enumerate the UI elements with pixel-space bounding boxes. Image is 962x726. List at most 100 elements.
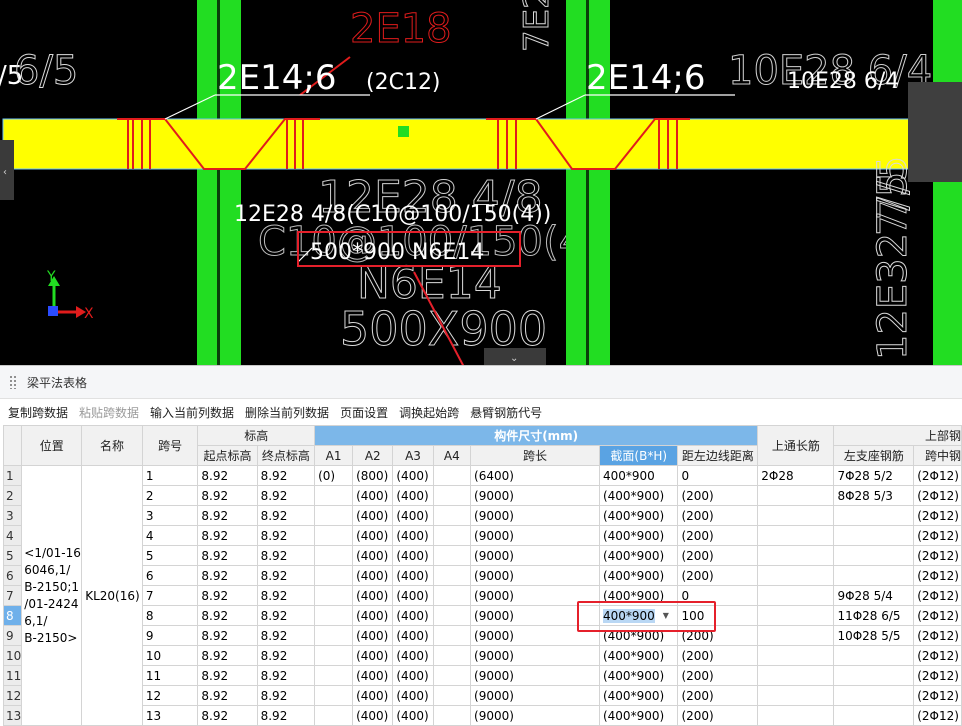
cell-s[interactable]: 8.92 [197, 665, 258, 686]
cell-mid[interactable]: (2Φ12) [913, 525, 962, 546]
cell-a3[interactable]: (400) [392, 565, 434, 586]
cell-top[interactable] [757, 605, 835, 626]
cell-e[interactable]: 8.92 [256, 705, 316, 726]
cell-off[interactable]: (200) [677, 505, 759, 526]
cell-a2[interactable]: (400) [352, 505, 394, 526]
cell-a2[interactable]: (400) [352, 565, 394, 586]
cell-span-no[interactable]: 11 [141, 665, 199, 686]
col-section[interactable]: 截面(B*H) [598, 445, 679, 466]
cell-len[interactable]: (9000) [470, 685, 600, 706]
cell-a4[interactable] [432, 585, 472, 606]
cell-s[interactable]: 8.92 [197, 625, 258, 646]
cell-a4[interactable] [432, 625, 472, 646]
col-span-no[interactable]: 跨号 [141, 425, 199, 466]
cell-a1[interactable] [314, 705, 354, 726]
row-header[interactable]: 12 [2, 685, 23, 706]
cell-span-no[interactable]: 6 [141, 565, 199, 586]
cell-e[interactable]: 8.92 [256, 485, 316, 506]
col-position[interactable]: 位置 [21, 425, 83, 466]
cell-e[interactable]: 8.92 [256, 585, 316, 606]
cell-left[interactable]: 7Φ28 5/2 [833, 465, 915, 486]
table-row[interactable]: 10 10 8.92 8.92 (400) (400) (9000) (400*900) (20… [2, 645, 962, 666]
toolbar-button[interactable]: 删除当前列数据 [245, 404, 329, 421]
cell-top[interactable] [757, 705, 835, 726]
cell-s[interactable]: 8.92 [197, 525, 258, 546]
cell-span-no[interactable]: 4 [141, 525, 199, 546]
table-row[interactable]: 13 13 8.92 8.92 (400) (400) (9000) (400*900) (20… [2, 705, 962, 726]
cell-left[interactable]: 11Φ28 6/5 [833, 605, 915, 626]
col-name[interactable]: 名称 [81, 425, 143, 466]
table-row[interactable]: 11 11 8.92 8.92 (400) (400) (9000) (400*900) (20… [2, 665, 962, 686]
cell-left[interactable]: 10Φ28 5/5 [833, 625, 915, 646]
cell-e[interactable]: 8.92 [256, 625, 316, 646]
cell-len[interactable]: (9000) [470, 485, 600, 506]
cell-len[interactable]: (9000) [470, 565, 600, 586]
cell-a3[interactable]: (400) [392, 465, 434, 486]
row-header[interactable]: 9 [2, 625, 23, 646]
table-row[interactable]: 3 3 8.92 8.92 (400) (400) (9000) (400*900) (200)… [2, 505, 962, 526]
cell-span-no[interactable]: 3 [141, 505, 199, 526]
cell-top[interactable] [757, 685, 835, 706]
cell-sec[interactable]: (400*900) [598, 525, 679, 546]
cell-a1[interactable] [314, 625, 354, 646]
right-panel-tab[interactable] [908, 82, 962, 182]
cell-off[interactable]: (200) [677, 565, 759, 586]
row-header[interactable]: 10 [2, 645, 23, 666]
cell-left[interactable] [833, 705, 915, 726]
table-row[interactable]: 7 7 8.92 8.92 (400) (400) (9000) (400*900) 0 9Φ28… [2, 585, 962, 606]
cell-mid[interactable]: (2Φ12) [913, 665, 962, 686]
cell-mid[interactable]: (2Φ12) [913, 465, 962, 486]
cell-len[interactable]: (6400) [470, 465, 600, 486]
cell-a3[interactable]: (400) [392, 645, 434, 666]
table-row[interactable]: 1 <1/01-16 6046,1/ B-2150;1 /01-2424 6,1/… [2, 465, 962, 726]
col-a2[interactable]: A2 [352, 445, 394, 466]
cell-top[interactable] [757, 625, 835, 646]
cell-sec[interactable]: 400*900 [598, 465, 679, 486]
cell-span-no[interactable]: 7 [141, 585, 199, 606]
cell-left[interactable] [833, 545, 915, 566]
cell-left[interactable] [833, 645, 915, 666]
cell-position[interactable]: <1/01-16 6046,1/ B-2150;1 /01-2424 6,1/ … [21, 465, 83, 726]
cell-sec[interactable]: (400*900) [598, 545, 679, 566]
cell-a3[interactable]: (400) [392, 585, 434, 606]
cell-sec[interactable]: (400*900) [598, 485, 679, 506]
cell-s[interactable]: 8.92 [197, 605, 258, 626]
col-a3[interactable]: A3 [392, 445, 434, 466]
cell-off[interactable]: (200) [677, 665, 759, 686]
drag-handle-icon[interactable] [9, 375, 17, 389]
col-a1[interactable]: A1 [314, 445, 354, 466]
cell-off[interactable]: (200) [677, 525, 759, 546]
cell-span-no[interactable]: 2 [141, 485, 199, 506]
col-top-through[interactable]: 上通长筋 [757, 425, 835, 466]
cell-s[interactable]: 8.92 [197, 705, 258, 726]
cell-a4[interactable] [432, 645, 472, 666]
cell-top[interactable] [757, 485, 835, 506]
col-end-elev[interactable]: 终点标高 [256, 445, 316, 466]
cell-off[interactable]: (200) [677, 485, 759, 506]
cell-e[interactable]: 8.92 [256, 645, 316, 666]
col-a4[interactable]: A4 [432, 445, 472, 466]
row-header[interactable]: 2 [2, 485, 23, 506]
cell-a1[interactable] [314, 605, 354, 626]
cell-e[interactable]: 8.92 [256, 605, 316, 626]
cell-span-no[interactable]: 10 [141, 645, 199, 666]
cell-a4[interactable] [432, 685, 472, 706]
cell-a1[interactable] [314, 565, 354, 586]
cell-mid[interactable]: (2Φ12) [913, 565, 962, 586]
cell-a4[interactable] [432, 665, 472, 686]
cell-left[interactable] [833, 565, 915, 586]
cell-e[interactable]: 8.92 [256, 545, 316, 566]
cell-a2[interactable]: (400) [352, 645, 394, 666]
toolbar-button[interactable]: 输入当前列数据 [150, 404, 234, 421]
cell-span-no[interactable]: 12 [141, 685, 199, 706]
cell-a3[interactable]: (400) [392, 505, 434, 526]
cell-a4[interactable] [432, 605, 472, 626]
cell-mid[interactable]: (2Φ12) [913, 705, 962, 726]
cell-sec[interactable]: (400*900) [598, 705, 679, 726]
cell-mid[interactable]: (2Φ12) [913, 545, 962, 566]
cell-e[interactable]: 8.92 [256, 565, 316, 586]
toolbar-button[interactable]: 复制跨数据 [8, 404, 68, 421]
column[interactable] [933, 0, 962, 365]
cell-e[interactable]: 8.92 [256, 465, 316, 486]
table-row[interactable]: 6 6 8.92 8.92 (400) (400) (9000) (400*900) (200)… [2, 565, 962, 586]
